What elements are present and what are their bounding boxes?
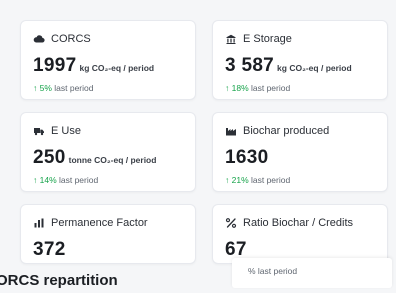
trend-percent: ↑ 14% <box>33 175 57 185</box>
card-title: E Storage <box>243 33 292 45</box>
card-title-row: E Storage <box>225 33 292 45</box>
truck-icon <box>34 128 44 136</box>
card-unit: kg CO₂-eq / period <box>79 63 155 73</box>
card-title-row: Ratio Biochar / Credits <box>225 217 353 229</box>
card-title-row: E Use <box>33 125 81 137</box>
card-value: 372 <box>33 239 66 260</box>
card-value-row: 1630 <box>225 147 271 169</box>
factory-icon <box>226 128 236 136</box>
card-trend: ↑ 18% last period <box>225 83 290 93</box>
card-title-row: Permanence Factor <box>33 217 148 229</box>
card-title: Biochar produced <box>243 125 330 137</box>
overlay-trend-text: % last period <box>248 266 298 276</box>
card-trend: ↑ 5% last period <box>33 83 94 93</box>
card-value: 250 <box>33 147 66 168</box>
metric-card-e-use: E Use 250 tonne CO₂-eq / period ↑ 14% las… <box>20 112 196 192</box>
card-value: 67 <box>225 239 247 260</box>
trend-percent: ↑ 18% <box>225 83 249 93</box>
bar-chart-icon <box>34 218 44 228</box>
trend-label: last period <box>248 83 291 93</box>
card-value-row: 1997 kg CO₂-eq / period <box>33 55 154 77</box>
overlay-panel: % last period <box>232 258 392 288</box>
card-title: E Use <box>51 125 81 137</box>
card-title: Permanence Factor <box>51 217 148 229</box>
card-value: 3 587 <box>225 55 275 76</box>
card-title: Ratio Biochar / Credits <box>243 217 354 229</box>
trend-label: last period <box>56 175 99 185</box>
card-value-row: 3 587 kg CO₂-eq / period <box>225 55 352 77</box>
trend-percent: ↑ 21% <box>225 175 249 185</box>
card-title: CORCS <box>51 33 91 45</box>
section-title: ORCS repartition <box>0 272 118 289</box>
cloud-icon <box>33 35 45 43</box>
card-title-row: CORCS <box>33 33 91 45</box>
card-value: 1997 <box>33 55 77 76</box>
card-unit: tonne CO₂-eq / period <box>68 155 157 165</box>
card-trend: ↑ 21% last period <box>225 175 290 185</box>
metric-card-ratio-biochar-credits: Ratio Biochar / Credits 67 <box>212 204 388 264</box>
storage-icon <box>226 34 236 44</box>
card-trend: ↑ 14% last period <box>33 175 98 185</box>
card-unit: kg CO₂-eq / period <box>277 63 352 73</box>
percent-icon <box>225 218 237 228</box>
trend-percent: ↑ 5% <box>33 83 52 93</box>
card-value: 1630 <box>225 147 269 168</box>
card-title-row: Biochar produced <box>225 125 329 137</box>
trend-label: last period <box>51 83 94 93</box>
trend-label: last period <box>248 175 291 185</box>
card-value-row: 250 tonne CO₂-eq / period <box>33 147 156 169</box>
metric-card-e-storage: E Storage 3 587 kg CO₂-eq / period ↑ 18% … <box>212 20 388 100</box>
metric-card-corcs: CORCS 1997 kg CO₂-eq / period ↑ 5% last p… <box>20 20 196 100</box>
metric-card-biochar-produced: Biochar produced 1630 ↑ 21% last period <box>212 112 388 192</box>
metric-card-permanence-factor: Permanence Factor 372 <box>20 204 196 264</box>
card-value-row: 372 <box>33 239 69 261</box>
